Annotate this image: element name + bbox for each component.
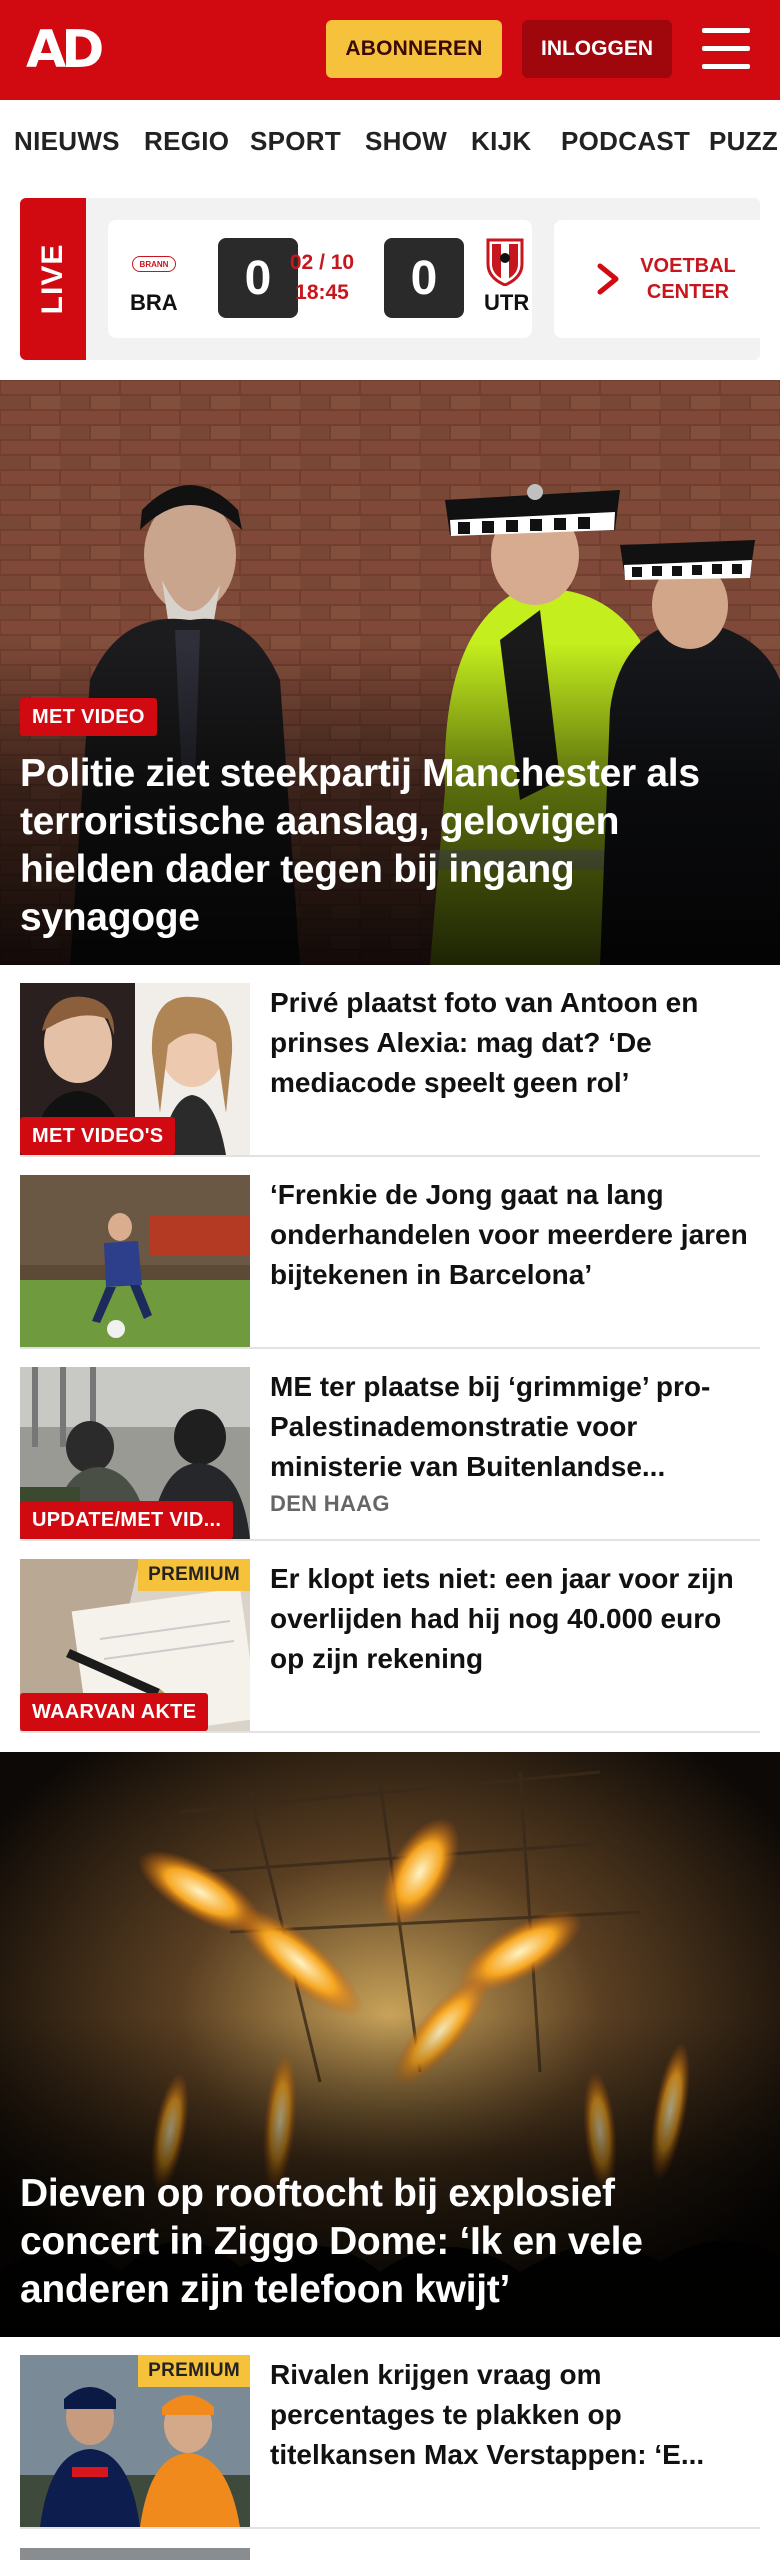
nav-item-podcast[interactable]: PODCAST [561, 126, 690, 157]
feature-article[interactable]: Dieven op rooftocht bij explosief concer… [0, 1752, 780, 2337]
away-score: 0 [384, 238, 464, 318]
hero-article[interactable]: MET VIDEO Politie ziet steekpartij Manch… [0, 380, 780, 965]
article-title[interactable]: ME ter plaatse bij ‘grimmige’ pro-Palest… [270, 1367, 760, 1487]
live-scores: LIVE BRANN BRA 0 02 / 10 18:45 0 UTR VOE… [20, 198, 760, 360]
list-item[interactable]: ‘Frenkie de Jong gaat na lang onderhande… [20, 1157, 760, 1349]
nav-item-nieuws[interactable]: NIEUWS [14, 126, 120, 157]
fc-utrecht-logo-icon [486, 238, 524, 286]
match-datetime: 02 / 10 18:45 [289, 251, 355, 304]
list-item[interactable]: UPDATE/MET VID... ME ter plaatse bij ‘gr… [20, 1349, 760, 1541]
article-thumbnail [20, 1175, 250, 1347]
nav-item-sport[interactable]: SPORT [250, 126, 341, 157]
nav-item-regio[interactable]: REGIO [144, 126, 229, 157]
match-card[interactable]: BRANN BRA 0 02 / 10 18:45 0 UTR [108, 220, 532, 338]
article-title[interactable]: Rivalen krijgen vraag om percentages te … [270, 2355, 760, 2475]
article-thumbnail: PREMIUM WAARVAN AKTE [20, 1559, 250, 1731]
article-title[interactable]: Privé plaatst foto van Antoon en prinses… [270, 983, 760, 1103]
hero-title[interactable]: Politie ziet steekpartij Manchester als … [20, 750, 760, 942]
away-team-name: UTR [484, 290, 530, 315]
videos-badge: MET VIDEO'S [20, 1117, 176, 1155]
nav-item-show[interactable]: SHOW [365, 126, 447, 157]
premium-badge: PREMIUM [138, 1559, 250, 1591]
menu-icon[interactable] [700, 26, 754, 72]
premium-badge: PREMIUM [138, 2355, 250, 2387]
list-item[interactable]: PREMIUM WAARVAN AKTE Er klopt iets niet:… [20, 1541, 760, 1733]
article-thumbnail: MET VIDEO'S [20, 983, 250, 1155]
ad-logo[interactable]: AD [26, 20, 104, 80]
home-team-name: BRA [130, 290, 178, 315]
video-badge: MET VIDEO [20, 698, 157, 736]
chevron-right-icon[interactable] [594, 262, 624, 296]
brann-logo-icon: BRANN [132, 256, 176, 272]
login-button[interactable]: INLOGGEN [522, 20, 672, 78]
article-title[interactable]: Er klopt iets niet: een jaar voor zijn o… [270, 1559, 760, 1679]
nav-item-kijk[interactable]: KIJK [471, 126, 531, 157]
waarvan-akte-badge: WAARVAN AKTE [20, 1693, 209, 1731]
next-article-thumbnail [20, 2548, 250, 2560]
subscribe-button[interactable]: ABONNEREN [326, 20, 502, 78]
live-label: LIVE [20, 198, 86, 360]
article-thumbnail: UPDATE/MET VID... [20, 1367, 250, 1539]
site-header: AD ABONNEREN INLOGGEN [0, 0, 780, 100]
article-location: DEN HAAG [270, 1491, 390, 1516]
update-video-badge: UPDATE/MET VID... [20, 1501, 234, 1539]
article-title[interactable]: ‘Frenkie de Jong gaat na lang onderhande… [270, 1175, 760, 1295]
feature-title[interactable]: Dieven op rooftocht bij explosief concer… [20, 2170, 760, 2314]
voetbalcenter-button[interactable]: VOETBAL CENTER [638, 220, 738, 338]
main-nav: NIEUWS REGIO SPORT SHOW KIJK PODCAST PUZ… [0, 100, 780, 180]
list-item[interactable]: PREMIUM Rivalen krijgen vraag om percent… [20, 2337, 760, 2529]
nav-item-puzzel[interactable]: PUZZ [709, 126, 778, 157]
article-thumbnail: PREMIUM [20, 2355, 250, 2527]
list-item[interactable]: MET VIDEO'S Privé plaatst foto van Antoo… [20, 965, 760, 1157]
